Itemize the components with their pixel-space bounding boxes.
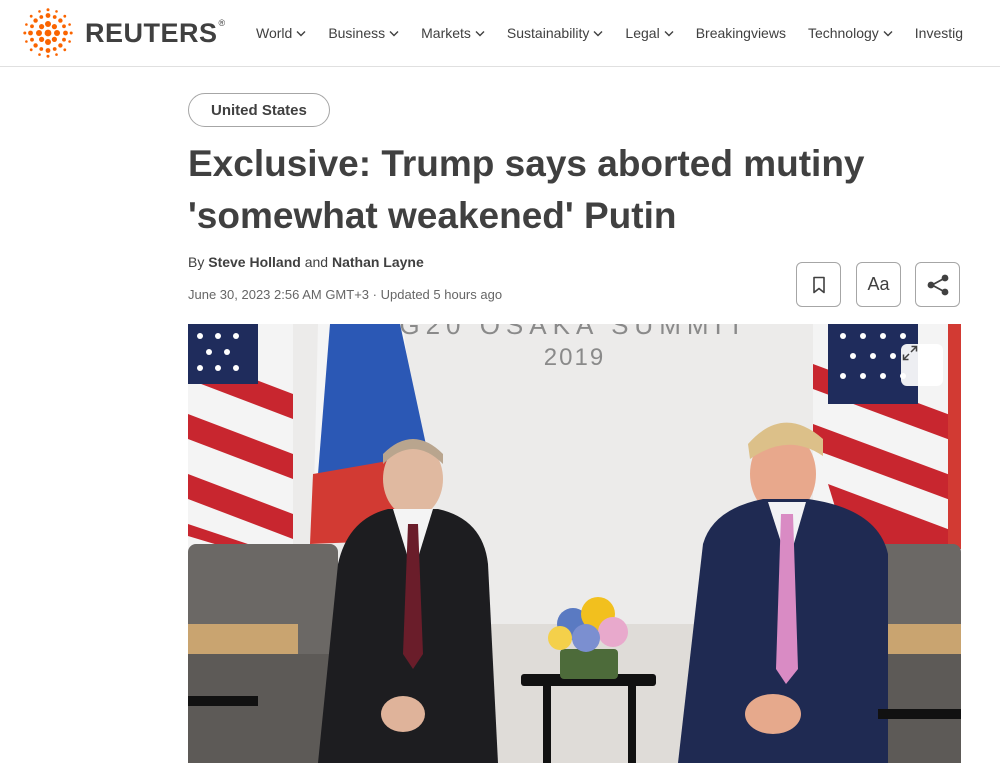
chevron-down-icon <box>475 30 485 36</box>
bookmark-button[interactable] <box>796 262 841 307</box>
nav-item-breakingviews[interactable]: Breakingviews <box>696 25 786 41</box>
byline-joiner: and <box>304 254 329 270</box>
nav-item-sustainability[interactable]: Sustainability <box>507 25 604 41</box>
top-navigation: REUTERS ® World Business Markets Sustaina… <box>0 0 1000 67</box>
nav-item-investigations[interactable]: Investig <box>915 25 963 41</box>
share-button[interactable] <box>915 262 960 307</box>
reuters-logo[interactable]: REUTERS ® <box>22 8 225 58</box>
expand-icon <box>902 345 918 361</box>
headline-line-1: Exclusive: Trump says aborted mutiny <box>188 143 865 184</box>
nav-item-label: Markets <box>421 25 471 41</box>
reuters-logo-mark <box>23 8 73 58</box>
nav-item-label: Breakingviews <box>695 25 786 41</box>
bookmark-icon <box>812 276 825 293</box>
text-size-button[interactable]: Aa <box>856 262 901 307</box>
nav-item-label: World <box>256 25 293 41</box>
headline-line-2: 'somewhat weakened' Putin <box>188 195 677 236</box>
section-menu: World Business Markets Sustainability Le… <box>256 0 985 66</box>
backdrop-year-text: 2019 <box>543 344 606 371</box>
reuters-wordmark: REUTERS <box>85 17 218 48</box>
chair-left <box>188 544 338 763</box>
chevron-down-icon <box>883 30 893 36</box>
chevron-down-icon <box>296 30 306 36</box>
article-dateline: June 30, 2023 2:56 AM GMT+3 · Updated 5 … <box>188 287 502 302</box>
chevron-down-icon <box>389 30 399 36</box>
byline: By Steve Holland and Nathan Layne <box>188 254 424 270</box>
nav-item-label: Legal <box>625 25 660 41</box>
chevron-down-icon <box>664 30 674 36</box>
date-separator: · <box>372 287 377 302</box>
nav-item-label: Investig <box>914 25 964 41</box>
nav-item-label: Technology <box>807 25 879 41</box>
expand-image-button[interactable] <box>901 344 943 386</box>
article-headline: Exclusive: Trump says aborted mutiny 'so… <box>188 138 948 242</box>
updated-time: Updated 5 hours ago <box>380 287 503 302</box>
chevron-down-icon <box>593 30 603 36</box>
nav-item-technology[interactable]: Technology <box>808 25 893 41</box>
publish-date: June 30, 2023 2:56 AM GMT+3 <box>188 287 370 302</box>
byline-prefix: By <box>188 254 205 270</box>
author-link-nathan-layne[interactable]: Nathan Layne <box>332 254 424 270</box>
summit-meeting-photo <box>188 324 961 763</box>
section-tag[interactable]: United States <box>188 93 330 127</box>
nav-item-markets[interactable]: Markets <box>421 25 485 41</box>
lead-photo[interactable]: G20 OSAKA SUMMIT 2019 <box>188 324 961 763</box>
nav-item-business[interactable]: Business <box>328 25 399 41</box>
nav-item-label: Sustainability <box>506 25 590 41</box>
registered-mark: ® <box>218 18 226 28</box>
nav-item-label: Business <box>328 25 386 41</box>
nav-item-world[interactable]: World <box>256 25 306 41</box>
backdrop-summit-text: G20 OSAKA SUMMIT <box>399 324 750 340</box>
share-icon <box>927 274 948 295</box>
author-link-steve-holland[interactable]: Steve Holland <box>208 254 301 270</box>
nav-item-legal[interactable]: Legal <box>625 25 674 41</box>
text-size-label: Aa <box>867 274 890 294</box>
